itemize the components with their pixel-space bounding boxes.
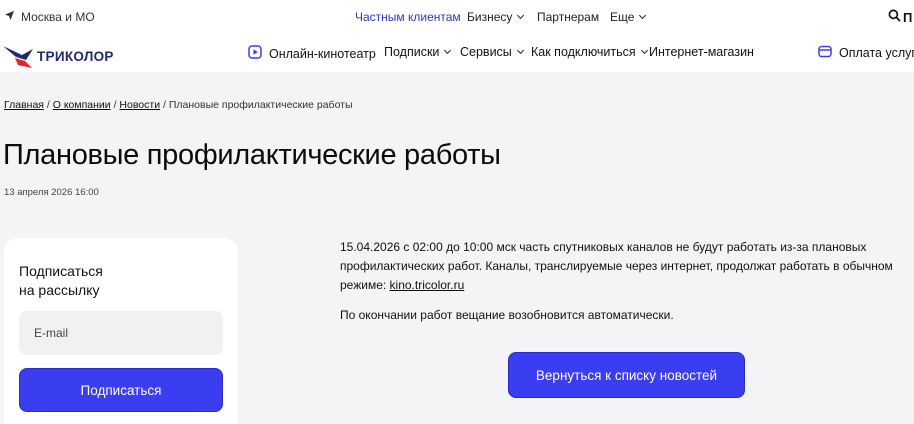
logo-text: ТРИКОЛОР <box>37 48 114 64</box>
chevron-down-icon <box>444 46 452 55</box>
breadcrumb-news[interactable]: Новости <box>119 99 160 111</box>
kino-link[interactable]: kino.tricolor.ru <box>390 278 465 292</box>
play-icon <box>248 45 269 62</box>
article-paragraph: 15.04.2026 с 02:00 до 10:00 мск часть сп… <box>340 240 893 292</box>
breadcrumb-separator: / <box>163 99 166 111</box>
email-field[interactable] <box>19 311 223 355</box>
breadcrumb-current: Плановые профилактические работы <box>168 99 353 111</box>
logo[interactable]: ТРИКОЛОР <box>2 43 114 69</box>
breadcrumb-home[interactable]: Главная <box>4 99 44 111</box>
nav-online-store[interactable]: Интернет-магазин <box>649 45 754 59</box>
subscribe-card: Подписаться на рассылку Подписаться <box>4 238 238 424</box>
main-nav: ТРИКОЛОР Онлайн-кинотеатр Подписки Серви… <box>0 34 914 72</box>
back-to-news-button[interactable]: Вернуться к списку новостей <box>508 352 745 398</box>
chevron-down-icon <box>517 11 525 20</box>
nav-payment[interactable]: Оплата услуг <box>818 45 914 61</box>
search-icon <box>888 9 901 25</box>
nav-services[interactable]: Сервисы <box>460 45 524 59</box>
segment-business[interactable]: Бизнесу <box>467 10 525 24</box>
nav-online-cinema[interactable]: Онлайн-кинотеатр <box>248 45 376 62</box>
nav-how-to-connect[interactable]: Как подключиться <box>531 45 648 59</box>
location-arrow-icon <box>4 10 21 24</box>
chevron-down-icon <box>639 11 647 20</box>
breadcrumb-separator: / <box>113 99 117 111</box>
breadcrumb-about[interactable]: О компании <box>53 99 111 111</box>
top-utility-bar: Москва и МО Частным клиентам Бизнесу Пар… <box>0 0 914 34</box>
subscribe-title: Подписаться на рассылку <box>19 263 103 298</box>
publish-date: 13 апреля 2026 16:00 <box>4 187 99 198</box>
wallet-icon <box>818 45 839 61</box>
segment-partners[interactable]: Партнерам <box>537 10 599 24</box>
logo-mark-icon <box>3 46 33 68</box>
chevron-down-icon <box>516 46 524 55</box>
segment-private-clients[interactable]: Частным клиентам <box>355 10 461 24</box>
region-label: Москва и МО <box>21 10 95 24</box>
article-body: 15.04.2026 с 02:00 до 10:00 мск часть сп… <box>340 238 914 336</box>
nav-subscriptions[interactable]: Подписки <box>384 45 452 59</box>
search-label: П <box>903 9 913 25</box>
segment-more[interactable]: Еще <box>610 10 647 24</box>
breadcrumb: Главная / О компании / Новости / Плановы… <box>4 99 353 111</box>
page-title: Плановые профилактические работы <box>3 139 501 171</box>
breadcrumb-separator: / <box>46 99 50 111</box>
article-paragraph: По окончании работ вещание возобновится … <box>340 308 674 322</box>
search-button[interactable]: П <box>888 9 912 25</box>
region-selector[interactable]: Москва и МО <box>4 10 95 24</box>
chevron-down-icon <box>640 46 648 55</box>
subscribe-button[interactable]: Подписаться <box>19 368 223 412</box>
